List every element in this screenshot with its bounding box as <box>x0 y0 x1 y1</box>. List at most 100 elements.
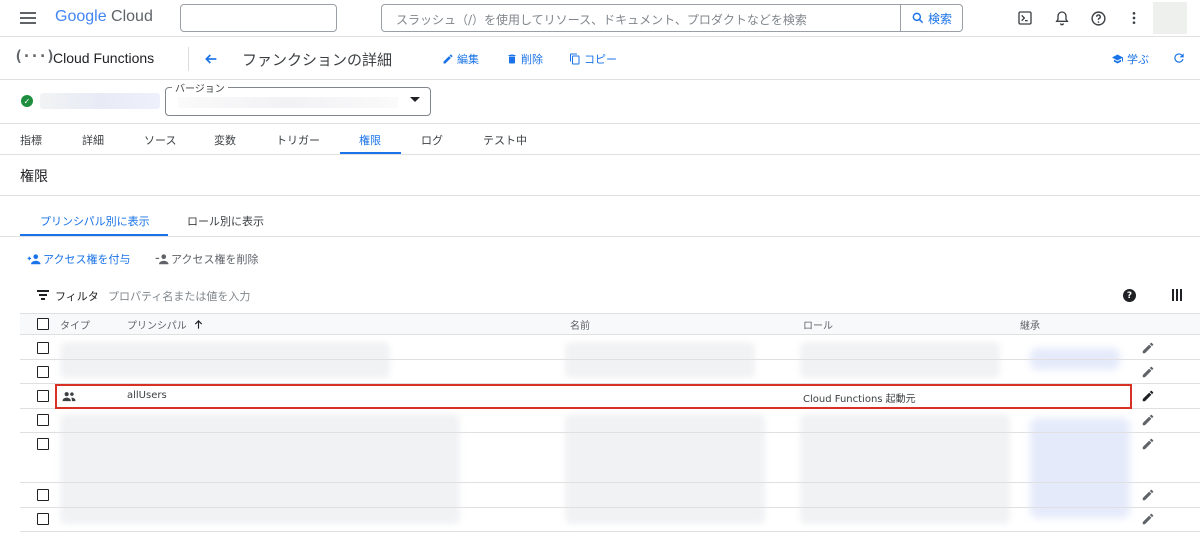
redacted-content <box>1030 418 1130 518</box>
filter-label: フィルタ <box>55 290 99 303</box>
help-icon[interactable] <box>1088 8 1108 28</box>
chevron-down-icon <box>410 97 420 102</box>
section-title: 権限 <box>20 169 48 185</box>
select-all-checkbox[interactable] <box>37 318 49 330</box>
trash-icon <box>508 54 516 64</box>
refresh-icon[interactable] <box>1172 51 1186 68</box>
row-divider <box>20 432 1200 433</box>
column-header-principal[interactable]: プリンシパル <box>127 317 204 332</box>
copy-button[interactable]: コピー <box>569 51 617 67</box>
remove-access-label: アクセス権を削除 <box>171 253 259 266</box>
row-checkbox[interactable] <box>37 438 49 450</box>
row-checkbox[interactable] <box>37 489 49 501</box>
group-icon <box>62 391 76 405</box>
grant-access-button[interactable]: アクセス権を付与 <box>27 251 130 267</box>
school-icon <box>1112 54 1123 64</box>
row-divider <box>20 507 1200 508</box>
learn-label: 学ぶ <box>1127 53 1149 66</box>
tab-view-by-role[interactable]: ロール別に表示 <box>187 213 264 229</box>
arrow-up-icon <box>194 320 202 329</box>
menu-icon[interactable] <box>20 12 36 24</box>
tab-testing[interactable]: テスト中 <box>483 132 527 148</box>
edit-button[interactable]: 編集 <box>442 51 479 67</box>
edit-row-pencil-icon[interactable] <box>1141 437 1155 451</box>
delete-label: 削除 <box>521 53 543 66</box>
divider <box>188 47 189 71</box>
edit-row-pencil-icon[interactable] <box>1141 341 1155 355</box>
product-title: Cloud Functions <box>53 50 155 66</box>
version-value-redacted <box>178 97 398 108</box>
principal-cell: allUsers <box>127 390 167 401</box>
project-picker[interactable] <box>180 4 337 32</box>
edit-row-pencil-icon[interactable] <box>1141 512 1155 526</box>
person-add-icon <box>27 254 41 265</box>
filter-input[interactable]: プロパティ名または値を入力 <box>108 288 250 304</box>
row-checkbox[interactable] <box>37 342 49 354</box>
edit-row-pencil-icon[interactable] <box>1141 413 1155 427</box>
edit-row-pencil-icon[interactable] <box>1141 389 1155 403</box>
tab-permissions[interactable]: 権限 <box>359 132 381 148</box>
status-check-icon: ✓ <box>21 95 33 107</box>
tab-details[interactable]: 詳細 <box>82 132 104 148</box>
row-divider <box>20 482 1200 483</box>
column-header-role[interactable]: ロール <box>803 317 833 332</box>
cloud-functions-icon: (···) <box>14 47 55 65</box>
avatar[interactable] <box>1153 2 1187 34</box>
search-icon <box>912 12 924 24</box>
cloud-shell-icon[interactable] <box>1015 8 1035 28</box>
pencil-icon <box>443 54 453 64</box>
divider <box>0 123 1200 124</box>
filter-icon[interactable] <box>37 290 49 302</box>
learn-button[interactable]: 学ぶ <box>1111 51 1149 67</box>
row-checkbox[interactable] <box>37 390 49 402</box>
person-remove-icon <box>155 254 169 265</box>
notifications-icon[interactable] <box>1052 8 1072 28</box>
function-name-redacted <box>40 93 160 109</box>
remove-access-button[interactable]: アクセス権を削除 <box>155 251 258 267</box>
column-header-inherited[interactable]: 継承 <box>1020 317 1040 332</box>
copy-label: コピー <box>584 53 617 66</box>
divider <box>0 195 1200 196</box>
column-header-name[interactable]: 名前 <box>570 317 590 332</box>
divider <box>0 154 1200 155</box>
column-header-type[interactable]: タイプ <box>60 317 90 332</box>
redacted-content <box>800 342 1000 378</box>
edit-label: 編集 <box>457 53 479 66</box>
page-header: (···) Cloud Functions ファンクションの詳細 編集 削除 コ… <box>0 38 1200 80</box>
highlighted-row <box>55 384 1132 409</box>
divider <box>0 236 1200 237</box>
tab-logs[interactable]: ログ <box>421 132 443 148</box>
tab-trigger[interactable]: トリガー <box>276 132 320 148</box>
tab-source[interactable]: ソース <box>144 132 176 148</box>
row-divider <box>20 359 1200 360</box>
edit-row-pencil-icon[interactable] <box>1141 365 1155 379</box>
logo-cloud-text: Cloud <box>111 8 153 25</box>
back-arrow-icon[interactable] <box>203 48 219 72</box>
tab-view-by-principal[interactable]: プリンシパル別に表示 <box>40 213 150 229</box>
row-checkbox[interactable] <box>37 414 49 426</box>
role-cell: Cloud Functions 起動元 <box>803 394 916 405</box>
redacted-content <box>565 342 755 378</box>
tab-metrics[interactable]: 指標 <box>20 132 42 148</box>
redacted-content <box>60 342 390 378</box>
row-checkbox[interactable] <box>37 513 49 525</box>
copy-icon <box>570 53 580 65</box>
search-input[interactable]: スラッシュ（/）を使用してリソース、ドキュメント、プロダクトなどを検索 <box>396 11 807 28</box>
help-circle-icon[interactable]: ? <box>1123 289 1136 302</box>
row-divider <box>20 531 1200 532</box>
google-cloud-logo[interactable]: Google Cloud <box>55 8 153 26</box>
delete-button[interactable]: 削除 <box>506 51 543 67</box>
column-header-principal-label: プリンシパル <box>127 321 187 332</box>
row-checkbox[interactable] <box>37 366 49 378</box>
search-button[interactable]: 検索 <box>900 5 962 31</box>
top-bar: Google Cloud スラッシュ（/）を使用してリソース、ドキュメント、プロ… <box>0 0 1200 37</box>
logo-google-text: Google <box>55 8 107 25</box>
version-label: バージョン <box>172 80 228 95</box>
search-bar[interactable]: スラッシュ（/）を使用してリソース、ドキュメント、プロダクトなどを検索 検索 <box>381 4 963 32</box>
more-vert-icon[interactable] <box>1124 8 1144 28</box>
column-display-icon[interactable] <box>1172 289 1182 301</box>
tab-variables[interactable]: 変数 <box>214 132 236 148</box>
edit-row-pencil-icon[interactable] <box>1141 488 1155 502</box>
page-title: ファンクションの詳細 <box>242 51 393 69</box>
search-button-label: 検索 <box>927 11 952 26</box>
